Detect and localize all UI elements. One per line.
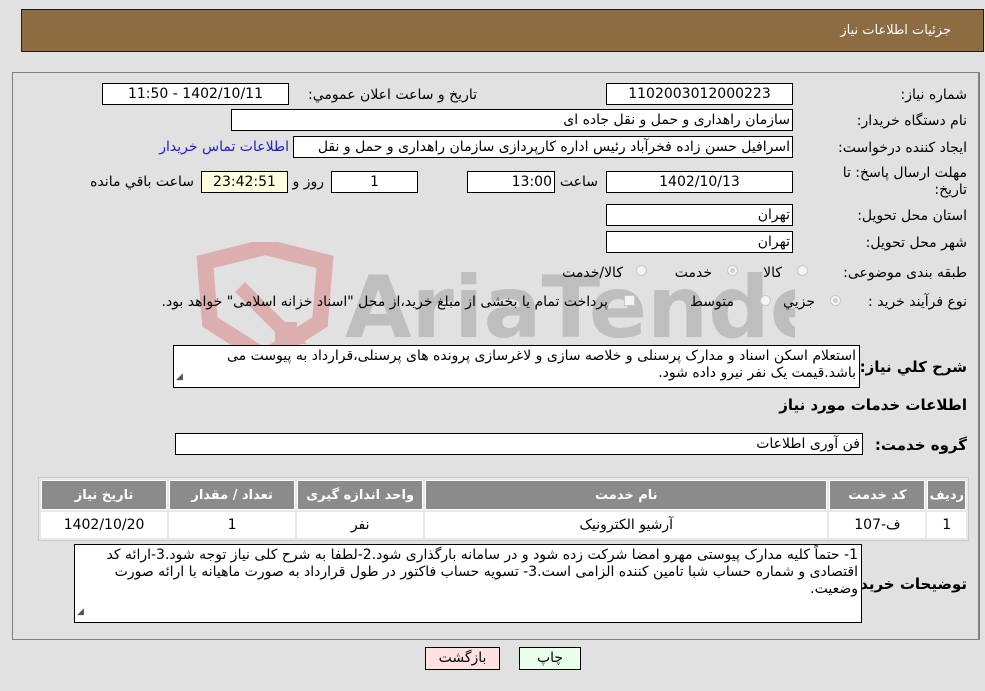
treasury-checkbox[interactable] — [624, 295, 635, 306]
category-radio-service[interactable] — [727, 265, 738, 276]
cell-row-number: 1 — [927, 512, 966, 538]
category-option-service: خدمت — [674, 265, 712, 281]
table-header-row: ردیف کد خدمت نام خدمت واحد اندازه گیری ت… — [41, 480, 966, 510]
services-section-title: اطلاعات خدمات مورد نیاز — [779, 396, 967, 414]
page-header: جزئیات اطلاعات نیاز — [21, 9, 984, 52]
deadline-time-label: ساعت — [559, 174, 598, 190]
col-row-number: ردیف — [927, 480, 966, 510]
deadline-time-field[interactable]: 13:00 — [467, 171, 555, 193]
service-group-label: گروه خدمت: — [874, 436, 967, 454]
category-radio-goods-service[interactable] — [636, 265, 647, 276]
service-group-field[interactable]: فن آوری اطلاعات — [175, 433, 863, 455]
category-option-goods: کالا — [763, 265, 782, 281]
general-description-label: شرح کلي نیاز: — [859, 358, 967, 376]
page-title: جزئیات اطلاعات نیاز — [840, 23, 951, 38]
days-remaining-field: 1 — [331, 171, 418, 193]
col-need-date: تاریخ نیاز — [41, 480, 168, 510]
buyer-notes-text: 1- حتماً کلیه مدارک پیوستی مهرو امضا شرک… — [106, 547, 858, 597]
buyer-contact-link[interactable]: اطلاعات تماس خریدار — [159, 139, 289, 155]
category-radio-goods[interactable] — [797, 265, 808, 276]
need-number-label: شماره نیاز: — [900, 87, 968, 103]
remaining-label: ساعت باقي مانده — [90, 174, 194, 190]
purchase-radio-minor[interactable] — [830, 295, 841, 306]
days-label: روز و — [292, 174, 325, 190]
deadline-label: مهلت ارسال پاسخ: تا تاریخ: — [842, 165, 967, 198]
city-field[interactable]: تهران — [606, 231, 793, 253]
need-number-field[interactable]: 1102003012000223 — [606, 83, 793, 105]
services-table: ردیف کد خدمت نام خدمت واحد اندازه گیری ت… — [38, 477, 969, 541]
purchase-option-minor: جزيي — [783, 294, 815, 310]
cell-need-date: 1402/10/20 — [41, 512, 168, 538]
purchase-option-medium: متوسط — [690, 294, 734, 310]
table-row: 1 ف-107 آرشیو الکترونیک نفر 1 1402/10/20 — [41, 512, 966, 538]
purchase-radio-medium[interactable] — [760, 295, 771, 306]
general-description-text: استعلام اسکن اسناد و مدارک پرسنلی و خلاص… — [226, 348, 856, 381]
announce-datetime-field[interactable]: 1402/10/11 - 11:50 — [102, 83, 289, 105]
back-button[interactable]: بازگشت — [425, 647, 500, 670]
resize-handle-icon[interactable]: ◢ — [176, 369, 183, 386]
province-label: استان محل تحویل: — [857, 208, 967, 224]
col-quantity: تعداد / مقدار — [169, 480, 296, 510]
remaining-time-field: 23:42:51 — [201, 171, 288, 193]
requester-field[interactable]: اسرافیل حسن زاده فخرآباد رئیس اداره کارپ… — [293, 136, 793, 158]
announce-datetime-label: تاریخ و ساعت اعلان عمومي: — [308, 87, 477, 103]
category-option-goods-service: کالا/خدمت — [562, 265, 623, 281]
requester-label: ایجاد کننده درخواست: — [838, 140, 967, 156]
city-label: شهر محل تحویل: — [865, 235, 967, 251]
buyer-org-label: نام دستگاه خریدار: — [856, 113, 967, 129]
col-service-name: نام خدمت — [425, 480, 828, 510]
purchase-type-label: نوع فرآیند خرید : — [868, 294, 967, 310]
deadline-date-field[interactable]: 1402/10/13 — [606, 171, 793, 193]
resize-handle-icon[interactable]: ◢ — [77, 604, 84, 621]
category-label: طبقه بندی موضوعی: — [843, 265, 967, 281]
cell-service-name: آرشیو الکترونیک — [425, 512, 828, 538]
print-button[interactable]: چاپ — [519, 647, 581, 670]
col-unit: واحد اندازه گیری — [297, 480, 424, 510]
general-description-textarea[interactable]: استعلام اسکن اسناد و مدارک پرسنلی و خلاص… — [173, 345, 860, 388]
cell-service-code: ف-107 — [829, 512, 926, 538]
col-service-code: کد خدمت — [829, 480, 926, 510]
cell-quantity: 1 — [169, 512, 296, 538]
buyer-org-field[interactable]: سازمان راهداری و حمل و نقل جاده ای — [231, 109, 793, 131]
treasury-note: پرداخت تمام یا بخشی از مبلغ خرید،از محل … — [161, 294, 608, 310]
buyer-notes-textarea[interactable]: 1- حتماً کلیه مدارک پیوستی مهرو امضا شرک… — [74, 544, 862, 623]
cell-unit: نفر — [297, 512, 424, 538]
province-field[interactable]: تهران — [606, 204, 793, 226]
